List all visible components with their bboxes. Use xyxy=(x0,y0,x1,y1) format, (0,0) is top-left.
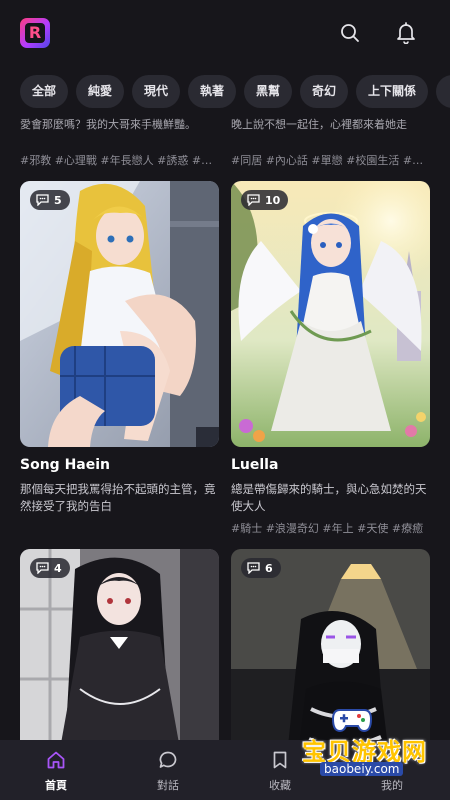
message-count: 5 xyxy=(54,193,62,207)
chip-more[interactable] xyxy=(436,75,450,108)
app-header: R xyxy=(0,0,450,66)
character-card-image[interactable]: 5 xyxy=(20,181,219,447)
message-count-badge: 4 xyxy=(30,558,70,578)
card-description: 那個每天把我罵得抬不起頭的主管，竟然接受了我的告白 xyxy=(20,482,216,513)
logo-letter: R xyxy=(28,23,42,42)
watermark-url: baobeiy.com xyxy=(320,762,404,776)
message-count-badge: 5 xyxy=(30,190,70,210)
home-icon xyxy=(47,751,65,769)
card-tags[interactable]: #邪教 #心理戰 #年長戀人 #誘惑 #… xyxy=(20,152,222,168)
message-count: 6 xyxy=(265,561,273,575)
site-watermark: 宝贝游戏网 baobeiy.com xyxy=(272,702,442,780)
character-portrait xyxy=(231,181,430,447)
character-card-image[interactable]: 4 xyxy=(20,549,219,740)
app-logo[interactable]: R xyxy=(20,18,50,48)
category-chips: 全部 純愛 現代 執著 黑幫 奇幻 上下關係 xyxy=(0,74,450,110)
notifications-button[interactable] xyxy=(391,18,421,48)
message-icon xyxy=(247,562,260,574)
character-name[interactable]: Luella xyxy=(231,457,278,473)
bell-icon xyxy=(397,22,415,44)
character-feed[interactable]: 愛會那麼嗎？我的大哥來手機鮮豔。 晚上說不想一起住，心裡都來着她走 #邪教 #心… xyxy=(0,110,450,740)
message-icon xyxy=(247,194,260,206)
character-portrait xyxy=(20,181,219,447)
chip-fantasy[interactable]: 奇幻 xyxy=(300,75,348,108)
card-description: 愛會那麼嗎？我的大哥來手機鮮豔。 xyxy=(20,118,196,131)
character-card-image[interactable]: 10 xyxy=(231,181,430,447)
card-tags[interactable]: #同居 #內心話 #單戀 #校園生活 #… xyxy=(231,152,433,168)
message-count-badge: 6 xyxy=(241,558,281,578)
tab-label: 首頁 xyxy=(45,779,67,792)
card-tags[interactable]: #騎士 #浪漫奇幻 #年上 #天使 #療癒 xyxy=(231,520,433,536)
tab-home[interactable]: 首頁 xyxy=(0,740,112,800)
card-description: 總是帶傷歸來的騎士，與心急如焚的天使大人 xyxy=(231,482,427,513)
message-count: 10 xyxy=(265,193,281,207)
tab-chat[interactable]: 對話 xyxy=(112,740,224,800)
chip-gang[interactable]: 黑幫 xyxy=(244,75,292,108)
search-icon xyxy=(341,24,359,42)
chip-hierarchy[interactable]: 上下關係 xyxy=(356,75,428,108)
chip-all[interactable]: 全部 xyxy=(20,75,68,108)
search-button[interactable] xyxy=(335,18,365,48)
message-count: 4 xyxy=(54,561,62,575)
message-count-badge: 10 xyxy=(241,190,289,210)
chat-icon xyxy=(159,751,177,768)
gamepad-logo xyxy=(332,709,372,733)
tab-label: 對話 xyxy=(157,779,179,792)
card-description: 晚上說不想一起住，心裡都來着她走 xyxy=(231,118,407,131)
message-icon xyxy=(36,562,49,574)
message-icon xyxy=(36,194,49,206)
character-name[interactable]: Song Haein xyxy=(20,457,110,473)
chip-modern[interactable]: 現代 xyxy=(132,75,180,108)
chip-pure-love[interactable]: 純愛 xyxy=(76,75,124,108)
chip-obsession[interactable]: 執著 xyxy=(188,75,236,108)
